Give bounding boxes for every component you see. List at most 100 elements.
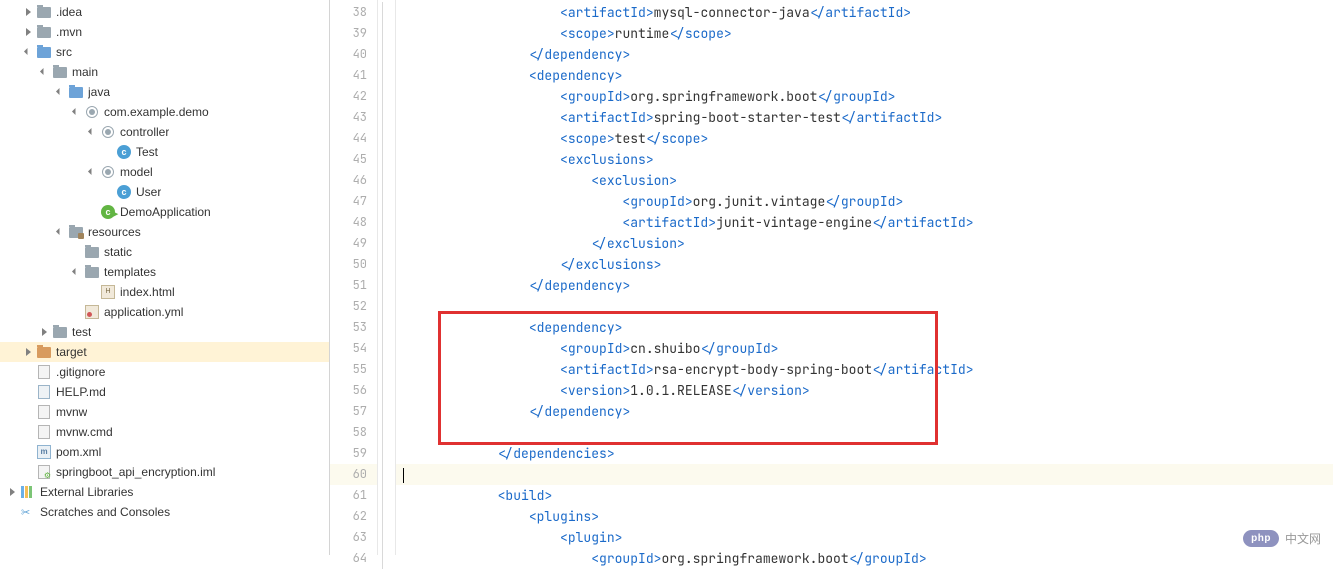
line-number: 38 xyxy=(330,2,377,23)
tree-item-springboot-api-encryption-iml[interactable]: springboot_api_encryption.iml xyxy=(0,462,329,482)
yml-icon xyxy=(84,304,100,320)
chevron-icon[interactable] xyxy=(24,27,34,37)
tree-item-user[interactable]: cUser xyxy=(0,182,329,202)
code-line[interactable]: <scope>test</scope> xyxy=(396,128,1333,149)
tree-item-test[interactable]: cTest xyxy=(0,142,329,162)
file-icon xyxy=(36,424,52,440)
code-line[interactable] xyxy=(396,422,1333,443)
code-editor[interactable]: 38394041↻4243444546474849505152535455565… xyxy=(330,0,1333,555)
code-line[interactable]: <plugins> xyxy=(396,506,1333,527)
chevron-icon[interactable] xyxy=(40,67,50,77)
tree-item-label: .mvn xyxy=(56,25,82,39)
tree-item-pom-xml[interactable]: mpom.xml xyxy=(0,442,329,462)
tree-item-label: User xyxy=(136,185,161,199)
code-line[interactable]: </dependencies> xyxy=(396,443,1333,464)
chevron-icon[interactable] xyxy=(40,327,50,337)
line-number: 60 xyxy=(330,464,377,485)
code-line[interactable]: <groupId>org.junit.vintage</groupId> xyxy=(396,191,1333,212)
line-number: 45 xyxy=(330,149,377,170)
code-line[interactable]: <scope>runtime</scope> xyxy=(396,23,1333,44)
watermark-text: 中文网 xyxy=(1285,530,1321,547)
chevron-icon[interactable] xyxy=(88,127,98,137)
tree-item-label: application.yml xyxy=(104,305,183,319)
file-y-icon xyxy=(36,384,52,400)
chevron-icon[interactable] xyxy=(24,47,34,57)
code-line[interactable]: </dependency> xyxy=(396,44,1333,65)
code-line[interactable]: </dependency> xyxy=(396,401,1333,422)
tree-item-main[interactable]: main xyxy=(0,62,329,82)
tree-item-com-example-demo[interactable]: com.example.demo xyxy=(0,102,329,122)
tree-item-demoapplication[interactable]: c DemoApplication xyxy=(0,202,329,222)
code-line[interactable]: <groupId>org.springframework.boot</group… xyxy=(396,86,1333,107)
tree-item-label: Scratches and Consoles xyxy=(40,505,170,519)
tree-item-resources[interactable]: resources xyxy=(0,222,329,242)
tree-item-mvnw[interactable]: mvnw xyxy=(0,402,329,422)
code-line[interactable]: <artifactId>junit-vintage-engine</artifa… xyxy=(396,212,1333,233)
tree-item-java[interactable]: java xyxy=(0,82,329,102)
code-line[interactable]: <artifactId>rsa-encrypt-body-spring-boot… xyxy=(396,359,1333,380)
tree-item-static[interactable]: static xyxy=(0,242,329,262)
tree-item-mvnw-cmd[interactable]: mvnw.cmd xyxy=(0,422,329,442)
tree-item-help-md[interactable]: HELP.md xyxy=(0,382,329,402)
tree-item-scratches-and-consoles[interactable]: Scratches and Consoles xyxy=(0,502,329,522)
code-line[interactable]: <groupId>cn.shuibo</groupId> xyxy=(396,338,1333,359)
tree-item-label: .idea xyxy=(56,5,82,19)
code-line[interactable]: <groupId>org.springframework.boot</group… xyxy=(396,548,1333,569)
code-line[interactable]: <dependency> xyxy=(396,317,1333,338)
code-line[interactable] xyxy=(396,296,1333,317)
line-number: 61 xyxy=(330,485,377,506)
tree-item-external-libraries[interactable]: External Libraries xyxy=(0,482,329,502)
package-icon xyxy=(100,164,116,180)
tree-item-label: target xyxy=(56,345,87,359)
code-line[interactable]: <version>1.0.1.RELEASE</version> xyxy=(396,380,1333,401)
folder-icon xyxy=(36,24,52,40)
project-tree[interactable]: .idea .mvn srcmainjava com.example.demo cont… xyxy=(0,0,330,555)
tree-item-label: DemoApplication xyxy=(120,205,211,219)
tree-item--mvn[interactable]: .mvn xyxy=(0,22,329,42)
code-line[interactable]: <build> xyxy=(396,485,1333,506)
tree-item-label: model xyxy=(120,165,153,179)
code-line[interactable]: <plugin> xyxy=(396,527,1333,548)
fold-gutter[interactable] xyxy=(378,0,396,555)
chevron-icon[interactable] xyxy=(56,227,66,237)
code-line[interactable]: </exclusions> xyxy=(396,254,1333,275)
code-line[interactable]: <exclusions> xyxy=(396,149,1333,170)
chevron-icon[interactable] xyxy=(24,7,34,17)
tree-item-model[interactable]: model xyxy=(0,162,329,182)
line-number: 48 xyxy=(330,212,377,233)
tree-item-src[interactable]: src xyxy=(0,42,329,62)
chevron-icon[interactable] xyxy=(24,347,34,357)
scratch-icon xyxy=(20,504,36,520)
code-line[interactable] xyxy=(396,464,1333,485)
code-line[interactable]: <exclusion> xyxy=(396,170,1333,191)
chevron-icon[interactable] xyxy=(88,167,98,177)
line-number: 55 xyxy=(330,359,377,380)
chevron-icon[interactable] xyxy=(8,487,18,497)
tree-item-templates[interactable]: templates xyxy=(0,262,329,282)
line-number: 43 xyxy=(330,107,377,128)
code-area[interactable]: <artifactId>mysql-connector-java</artifa… xyxy=(396,0,1333,555)
code-line[interactable]: <artifactId>spring-boot-starter-test</ar… xyxy=(396,107,1333,128)
line-number: 53 xyxy=(330,317,377,338)
xml-icon: m xyxy=(36,444,52,460)
class-icon: c xyxy=(116,144,132,160)
package-icon xyxy=(84,104,100,120)
code-line[interactable]: <dependency> xyxy=(396,65,1333,86)
tree-item-label: mvnw.cmd xyxy=(56,425,113,439)
code-line[interactable]: <artifactId>mysql-connector-java</artifa… xyxy=(396,2,1333,23)
tree-item-label: static xyxy=(104,245,132,259)
tree-item-target[interactable]: target xyxy=(0,342,329,362)
class-main-icon: c xyxy=(100,204,116,220)
chevron-icon[interactable] xyxy=(72,267,82,277)
tree-item-label: com.example.demo xyxy=(104,105,209,119)
tree-item-index-html[interactable]: Hindex.html xyxy=(0,282,329,302)
tree-item--gitignore[interactable]: .gitignore xyxy=(0,362,329,382)
tree-item-test[interactable]: test xyxy=(0,322,329,342)
tree-item-controller[interactable]: controller xyxy=(0,122,329,142)
code-line[interactable]: </dependency> xyxy=(396,275,1333,296)
tree-item-application-yml[interactable]: application.yml xyxy=(0,302,329,322)
code-line[interactable]: </exclusion> xyxy=(396,233,1333,254)
chevron-icon[interactable] xyxy=(56,87,66,97)
tree-item--idea[interactable]: .idea xyxy=(0,2,329,22)
chevron-icon[interactable] xyxy=(72,107,82,117)
